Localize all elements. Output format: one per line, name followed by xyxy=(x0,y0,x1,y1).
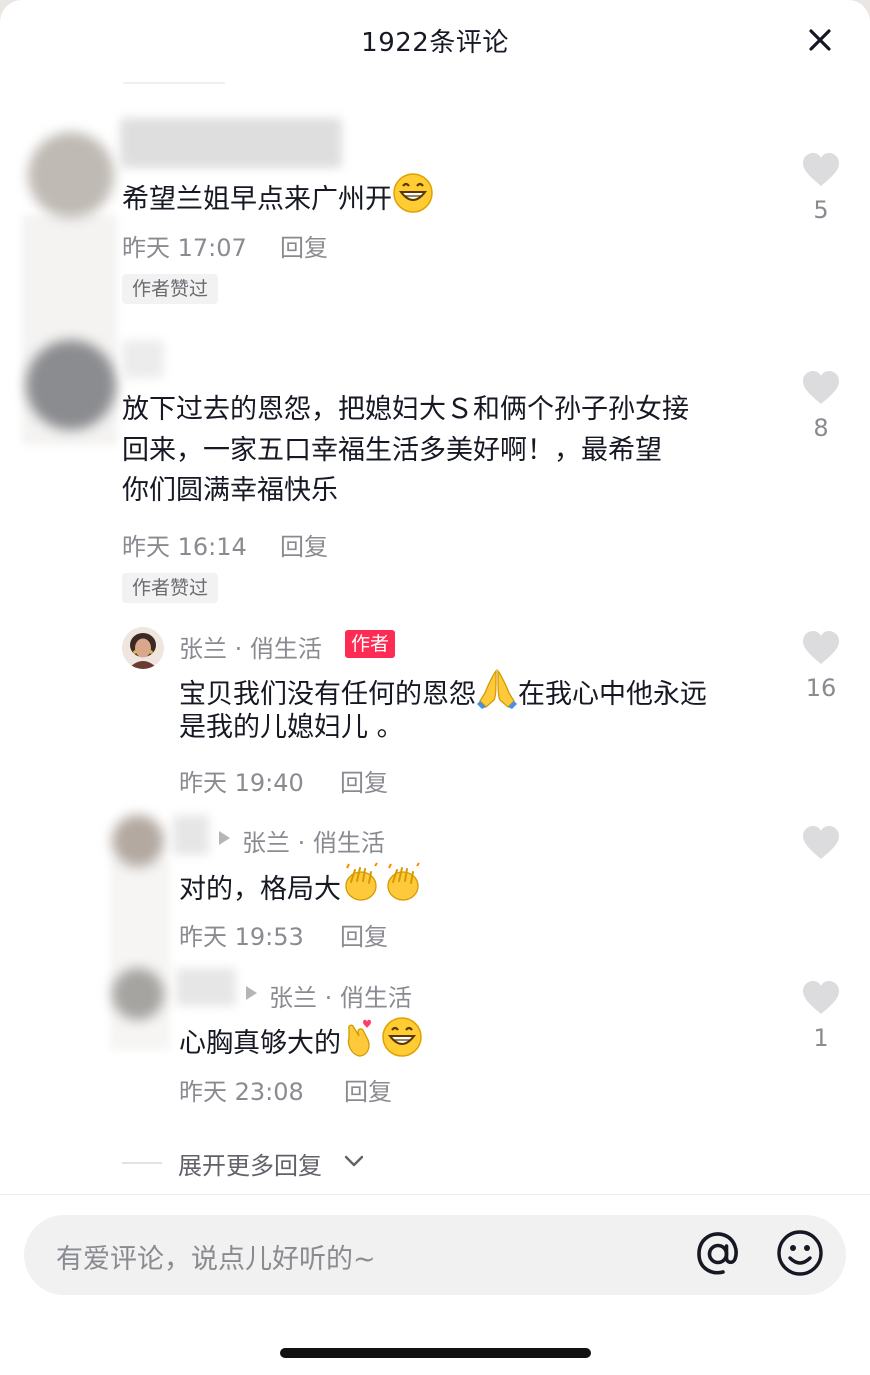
reply-time: 昨天 19:40 xyxy=(179,769,304,797)
reply-arrow-icon xyxy=(246,986,257,1000)
input-divider xyxy=(0,1194,870,1195)
blurred-username[interactable] xyxy=(122,340,164,378)
comments-count-title: 1922条评论 xyxy=(361,28,509,58)
smiley-icon xyxy=(777,1230,823,1276)
emoji-button[interactable] xyxy=(775,1228,825,1278)
clapping-hands-emoji xyxy=(341,862,425,916)
reply-to-name[interactable]: 张兰 · 俏生活 xyxy=(269,978,412,1013)
comments-sheet: 1922条评论 希望兰姐早点来广州开 昨天 17:07 回复 作者赞过 5 放下… xyxy=(0,0,870,1375)
reply-text: 对的，格局大 xyxy=(179,862,425,916)
comment-text-line: 回来，一家五口幸福生活多美好啊！，最希望 xyxy=(122,435,662,466)
like-count: 16 xyxy=(805,674,837,702)
reply-button[interactable]: 回复 xyxy=(280,228,328,263)
close-icon xyxy=(809,29,831,51)
expand-divider xyxy=(122,1162,162,1164)
comment-time: 昨天 16:14 xyxy=(122,533,247,561)
comment-text-line: 你们圆满幸福快乐 xyxy=(122,475,338,506)
comment-text-line: 放下过去的恩怨，把媳妇大Ｓ和俩个孙子孙女接 xyxy=(122,394,689,425)
avatar[interactable] xyxy=(112,968,164,1020)
heart-icon xyxy=(803,981,839,1014)
chevron-down-icon[interactable] xyxy=(343,1153,365,1169)
like-button[interactable]: 1 xyxy=(796,980,846,1052)
reply-to-name[interactable]: 张兰 · 俏生活 xyxy=(242,823,385,858)
comment-time: 昨天 17:07 xyxy=(122,234,247,262)
top-divider xyxy=(123,82,225,84)
reply-time: 昨天 23:08 xyxy=(179,1078,304,1106)
blurred-area xyxy=(110,860,170,1050)
reply-button[interactable]: 回复 xyxy=(340,763,388,798)
heart-icon xyxy=(803,631,839,664)
close-button[interactable] xyxy=(800,20,840,60)
author-name[interactable]: 张兰 · 俏生活 xyxy=(179,629,322,664)
folded-hands-emoji xyxy=(476,667,518,721)
reply-arrow-icon xyxy=(219,831,230,845)
reply-time: 昨天 19:53 xyxy=(179,923,304,951)
blurred-username[interactable] xyxy=(173,815,209,855)
comment-text: 希望兰姐早点来广州开 xyxy=(122,172,434,226)
blurred-username[interactable] xyxy=(176,968,236,1006)
author-liked-badge: 作者赞过 xyxy=(122,274,219,304)
heart-icon xyxy=(803,153,839,186)
reply-text: 心胸真够大的 xyxy=(179,1016,423,1070)
author-liked-badge: 作者赞过 xyxy=(122,573,219,603)
author-tag: 作者 xyxy=(345,630,396,658)
heart-icon xyxy=(803,826,839,859)
expand-more-replies-button[interactable]: 展开更多回复 xyxy=(178,1146,322,1181)
like-button[interactable] xyxy=(796,825,846,869)
like-count: 8 xyxy=(813,414,829,442)
like-button[interactable]: 5 xyxy=(796,152,846,224)
blurred-username[interactable] xyxy=(120,118,342,168)
like-count: 1 xyxy=(813,1024,829,1052)
reply-button[interactable]: 回复 xyxy=(280,527,328,562)
reply-button[interactable]: 回复 xyxy=(340,917,388,952)
grinning-face-emoji xyxy=(392,172,434,226)
reply-text-line: 是我的儿媳妇儿 。 xyxy=(179,712,404,743)
finger-heart-emoji xyxy=(341,1016,377,1070)
like-button[interactable]: 16 xyxy=(796,630,846,702)
heart-icon xyxy=(803,371,839,404)
at-icon xyxy=(697,1232,738,1275)
home-indicator[interactable] xyxy=(280,1348,591,1358)
reply-button[interactable]: 回复 xyxy=(344,1072,392,1107)
like-button[interactable]: 8 xyxy=(796,370,846,442)
author-avatar[interactable] xyxy=(122,627,164,669)
avatar[interactable] xyxy=(26,340,116,430)
avatar[interactable] xyxy=(28,132,114,218)
avatar[interactable] xyxy=(112,815,164,867)
mention-button[interactable] xyxy=(692,1228,744,1280)
comment-input-placeholder: 有爱评论，说点儿好听的~ xyxy=(56,1244,376,1275)
grinning-face-emoji xyxy=(381,1016,423,1070)
like-count: 5 xyxy=(813,196,829,224)
